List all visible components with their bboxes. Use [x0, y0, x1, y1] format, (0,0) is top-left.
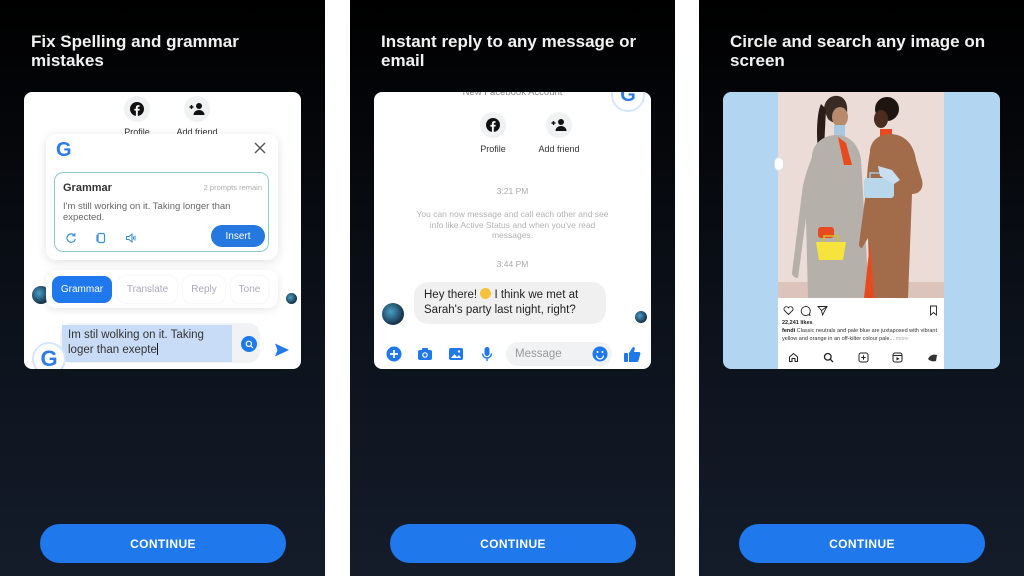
speaker-icon[interactable]: [125, 231, 137, 244]
plus-icon[interactable]: [386, 346, 402, 362]
read-receipt-avatar: [286, 293, 297, 304]
circle-selection-handle[interactable]: [774, 157, 784, 171]
chip-grammar[interactable]: Grammar: [52, 275, 112, 303]
timestamp: 3:21 PM: [496, 186, 529, 196]
screen-preview: New Facebook Account G Profile Add frien…: [374, 92, 651, 369]
grammar-result-card: Grammar 2 prompts remain I'm still worki…: [54, 172, 269, 252]
add-friend-action[interactable]: Add friend: [536, 112, 582, 154]
comment-icon[interactable]: [800, 303, 811, 316]
create-icon[interactable]: [858, 350, 869, 363]
timestamp: 3:44 PM: [496, 259, 529, 269]
search-button[interactable]: [241, 336, 257, 352]
onboarding-panel-circle-search: Circle and search any image on screen 22…: [699, 0, 1024, 576]
post-photo[interactable]: [778, 92, 944, 298]
refresh-icon[interactable]: [65, 231, 77, 243]
send-icon[interactable]: [274, 342, 290, 358]
system-message: You can now message and call each other …: [416, 209, 609, 240]
grammarly-logo: G: [56, 139, 72, 161]
gallery-icon[interactable]: [448, 346, 464, 362]
onboarding-panel-grammar: Fix Spelling and grammar mistakes Profil…: [0, 0, 325, 576]
panel-title: Fix Spelling and grammar mistakes: [31, 32, 239, 70]
insert-button[interactable]: Insert: [211, 225, 265, 247]
caption-more-link[interactable]: more: [894, 336, 909, 342]
profile-action[interactable]: Profile: [470, 112, 516, 154]
copy-icon[interactable]: [95, 231, 107, 244]
message-input[interactable]: Message: [506, 342, 612, 366]
chip-tone[interactable]: Tone: [231, 275, 268, 303]
text-caret: [156, 343, 158, 355]
heart-icon[interactable]: [783, 303, 794, 316]
onboarding-panel-reply: Instant reply to any message or email Ne…: [350, 0, 675, 576]
selected-input-text: Im stil wolking on it. Taking loger than…: [68, 329, 204, 356]
instagram-post: 22,241 likes fendi Classic neutrals and …: [778, 92, 944, 369]
caption-text: Classic neutrals and pale blue are juxta…: [782, 328, 937, 342]
fashion-photo-illustration: [778, 92, 944, 298]
microphone-icon[interactable]: [479, 346, 495, 362]
home-icon[interactable]: [788, 350, 799, 362]
panel-title: Circle and search any image on screen: [730, 32, 986, 70]
close-icon[interactable]: [252, 140, 268, 156]
facebook-actions: Profile Add friend: [470, 112, 582, 154]
message-bubble: Hey there! I think we met at Sarah's par…: [414, 282, 606, 324]
add-friend-action[interactable]: Add friend: [176, 96, 218, 137]
facebook-icon: [486, 118, 500, 132]
like-icon[interactable]: [623, 345, 641, 363]
facebook-icon: [130, 102, 144, 116]
add-friend-icon: [551, 119, 567, 131]
instagram-bottom-nav: [788, 350, 938, 363]
profile-action[interactable]: Profile: [118, 96, 156, 137]
message-input[interactable]: Im stil wolking on it. Taking loger than…: [60, 323, 260, 363]
corrected-text: I'm still working on it. Taking longer t…: [63, 201, 231, 223]
share-icon[interactable]: [817, 303, 828, 317]
panel-title: Instant reply to any message or email: [381, 32, 637, 70]
reels-icon[interactable]: [892, 350, 903, 363]
card-title: Grammar: [63, 182, 112, 194]
profile-icon[interactable]: [927, 350, 938, 362]
read-receipt-avatar: [635, 311, 647, 323]
grammarly-floating-button[interactable]: G: [32, 342, 66, 369]
screen-preview: Profile Add friend G Grammar 2 prompts r…: [24, 92, 301, 369]
post-caption: fendi Classic neutrals and pale blue are…: [782, 328, 942, 343]
prompts-remaining: 2 prompts remain: [203, 183, 262, 192]
continue-button[interactable]: CONTINUE: [739, 524, 985, 563]
search-icon: [245, 340, 253, 348]
sender-avatar: [382, 303, 404, 325]
chip-translate[interactable]: Translate: [118, 275, 177, 303]
prompt-chips: Grammar Translate Reply Tone: [46, 270, 278, 308]
continue-button[interactable]: CONTINUE: [40, 524, 286, 563]
likes-count: 22,241 likes: [782, 320, 813, 326]
camera-icon[interactable]: [417, 346, 433, 362]
chip-reply[interactable]: Reply: [183, 275, 225, 303]
screen-preview: 22,241 likes fendi Classic neutrals and …: [723, 92, 1000, 369]
waving-hand-icon: [480, 288, 492, 299]
caption-username[interactable]: fendi: [782, 328, 795, 334]
emoji-icon[interactable]: [592, 346, 608, 362]
message-composer: Message: [386, 342, 644, 366]
continue-button[interactable]: CONTINUE: [390, 524, 636, 563]
message-text-start: Hey there!: [424, 289, 481, 301]
post-actions: [783, 303, 939, 317]
grammarly-floating-button[interactable]: G: [611, 92, 645, 112]
facebook-actions: Profile Add friend: [118, 96, 218, 137]
profile-label: Profile: [480, 144, 506, 154]
chat-header-title: New Facebook Account: [462, 92, 563, 98]
message-placeholder: Message: [515, 348, 562, 360]
search-icon[interactable]: [823, 350, 834, 363]
bookmark-icon[interactable]: [928, 303, 939, 316]
add-friend-label: Add friend: [538, 144, 580, 154]
add-friend-icon: [189, 103, 205, 115]
grammarly-popup: G Grammar 2 prompts remain I'm still wor…: [46, 134, 278, 260]
